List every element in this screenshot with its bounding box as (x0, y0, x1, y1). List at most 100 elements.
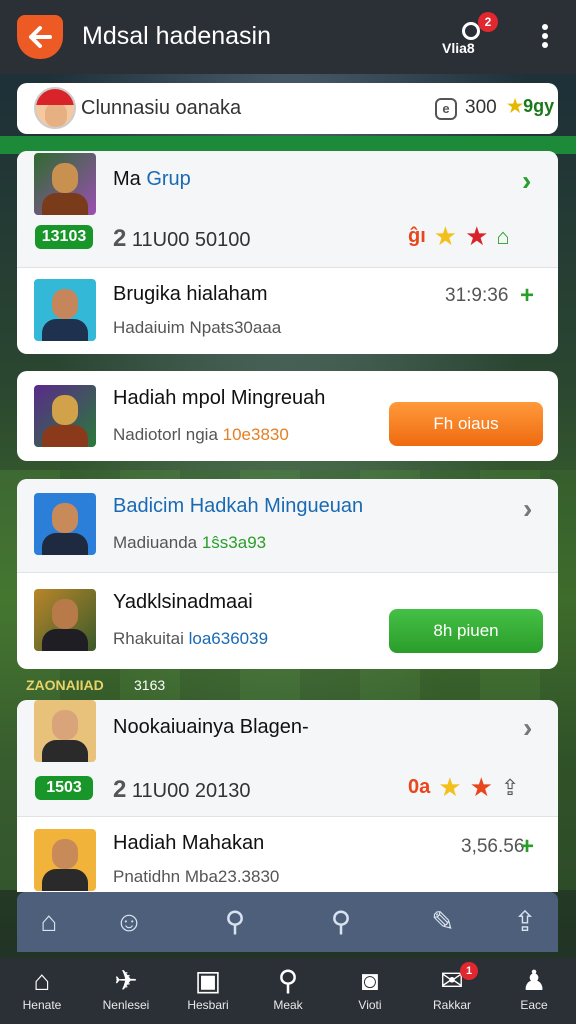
tab-label: Meak (273, 998, 303, 1012)
rating-group: 0a ★ ★ ⇪ (408, 772, 519, 803)
tab-label: Hesbari (187, 998, 229, 1012)
group-thumbnail (34, 153, 96, 215)
app-header: Mdsal hadenasin 2 Vlia8 (0, 0, 576, 74)
member-subtitle: Madiuanda 1ŝs3a93 (113, 533, 266, 553)
tab-mail[interactable]: ✉ Rakkar 1 (410, 962, 494, 1022)
add-friend-icon[interactable]: + (520, 282, 534, 310)
tab-camera[interactable]: ◙ Vioti (328, 964, 412, 1022)
offer-card: Hadiah mpol Mingreuah Nadiotorl ngia 10e… (17, 371, 558, 461)
member-name: Hadiah Mahakan (113, 832, 265, 854)
member-time: 31:9:36 (445, 285, 509, 306)
kebab-dot-icon (542, 42, 548, 48)
search-icon[interactable]: ⚲ (215, 906, 255, 938)
tab-label: Rakkar (432, 998, 471, 1012)
list-item[interactable]: Yadklsinadmaai Rhakuitai loa636039 8h pi… (17, 573, 558, 669)
member-avatar (34, 829, 96, 891)
level-badge: 1503 (35, 776, 93, 800)
share-icon[interactable]: ⇪ (501, 775, 519, 801)
stat-big: 2 (113, 776, 127, 803)
notification-button[interactable]: 2 Vlia8 (440, 12, 504, 60)
star-icon: ★ (469, 772, 493, 802)
group-title: Nookaiuainya Blagen- (113, 716, 309, 738)
offer-thumbnail (34, 385, 96, 447)
member-subtitle-text: Rhakuitai (113, 629, 189, 648)
house-icon: ⌂ (33, 965, 51, 996)
list-item[interactable]: Badicim Hadkah Mingueuan Madiuanda 1ŝs3a… (17, 479, 558, 572)
back-button[interactable] (17, 15, 63, 59)
tab-label: Eace (520, 998, 548, 1012)
chevron-right-icon[interactable]: › (523, 493, 532, 525)
tab-flights[interactable]: ✈ Nenlesei (84, 964, 168, 1022)
coin-count: 300 (465, 97, 497, 118)
stat-big: 2 (113, 225, 127, 252)
group-stat: 2 11U00 20130 (113, 776, 251, 804)
chevron-right-icon[interactable]: › (522, 165, 531, 197)
avatar[interactable] (34, 87, 76, 129)
level-badge: 13103 (35, 225, 93, 249)
profile-bar[interactable]: Clunnasiu oanaka e 300 ★9gy (17, 83, 558, 134)
member-name-text: Badicim Hadkah Mingueuan (113, 495, 364, 517)
bag-icon: ▣ (194, 965, 222, 996)
group-title-accent: Grup (146, 168, 191, 190)
kebab-dot-icon (542, 33, 548, 39)
star-icon: ★ (438, 772, 462, 802)
page-title: Mdsal hadenasin (82, 22, 272, 50)
member-subtitle: Rhakuitai loa636039 (113, 629, 268, 649)
share-icon[interactable]: ⇪ (505, 906, 545, 938)
group-header-row[interactable]: Ma Grup › 13103 2 11U00 50100 ĝı ★ ★ ⌂ (17, 151, 558, 267)
more-menu-button[interactable] (537, 24, 553, 52)
section-label: ZAONAIIAD (26, 677, 104, 693)
tab-label: Vioti (358, 998, 382, 1012)
member-avatar (34, 279, 96, 341)
member-name: Brugika hialaham (113, 283, 268, 305)
star-count: ★9gy (507, 96, 554, 117)
section-count: 3163 (134, 677, 166, 693)
avatar-cap (36, 89, 74, 105)
group-header-row[interactable]: Nookaiuainya Blagen- › 1503 2 11U00 2013… (17, 700, 558, 816)
member-time: 3,56.56 (461, 836, 525, 857)
kebab-dot-icon (542, 24, 548, 30)
bell-icon (462, 22, 480, 40)
claim-button[interactable]: Fh oiaus (389, 402, 543, 446)
rating-text: 0a (408, 776, 431, 798)
tag-icon[interactable]: ✎ (423, 906, 463, 938)
list-item[interactable]: Brugika hialaham Hadaiuim Npaŧs30aaa 31:… (17, 268, 558, 354)
profile-name: Clunnasiu oanaka (81, 97, 242, 119)
member-name: Yadklsinadmaai (113, 591, 253, 613)
tab-bag[interactable]: ▣ Hesbari (166, 964, 250, 1022)
tab-badge: 1 (460, 962, 478, 980)
sub-navigation: ⌂ ☺ ⚲ ⚲ ✎ ⇪ (17, 892, 558, 952)
notification-label: Vlia8 (442, 40, 475, 56)
smiley-icon[interactable]: ☺ (109, 906, 149, 938)
member-avatar (34, 589, 96, 651)
rating-group: ĝı ★ ★ ⌂ (408, 221, 510, 252)
rating-text: ĝı (408, 225, 426, 247)
tab-home[interactable]: ⌂ Henate (0, 964, 84, 1022)
group-title-prefix: Ma (113, 168, 147, 190)
chevron-right-icon[interactable]: › (523, 712, 532, 744)
home-icon[interactable]: ⌂ (496, 224, 509, 250)
member-subtitle-value: loa636039 (188, 629, 269, 648)
offer-subtitle-text: Nadiotorl ngia (113, 425, 223, 444)
member-subtitle-value: 1ŝs3a93 (201, 533, 267, 552)
star-icon: ★ (433, 221, 458, 251)
tab-profile[interactable]: ♟ Eace (492, 964, 576, 1022)
back-arrow-icon (29, 26, 52, 48)
offer-subtitle-value: 10e3830 (222, 425, 289, 444)
list-item[interactable]: Hadiah Mahakan Pnatidhn Mba23.3830 3,56.… (17, 817, 558, 892)
star-icon: ★ (507, 96, 524, 116)
tab-label: Henate (22, 998, 62, 1012)
tab-search[interactable]: ⚲ Meak (246, 964, 330, 1022)
member-subtitle-text: Madiuanda (113, 533, 202, 552)
group-thumbnail (34, 700, 96, 762)
star-count-value: 9gy (523, 96, 555, 116)
stat-text: 11U00 20130 (126, 780, 251, 802)
bottom-tab-bar: ⌂ Henate ✈ Nenlesei ▣ Hesbari ⚲ Meak ◙ V… (0, 958, 576, 1024)
search-user-icon[interactable]: ⚲ (321, 906, 361, 938)
camera-icon: ◙ (361, 965, 379, 996)
add-friend-icon[interactable]: + (520, 833, 534, 861)
member-avatar (34, 493, 96, 555)
invite-button[interactable]: 8h piuen (389, 609, 543, 653)
home-icon[interactable]: ⌂ (29, 906, 69, 938)
coin-icon: e (435, 98, 457, 120)
